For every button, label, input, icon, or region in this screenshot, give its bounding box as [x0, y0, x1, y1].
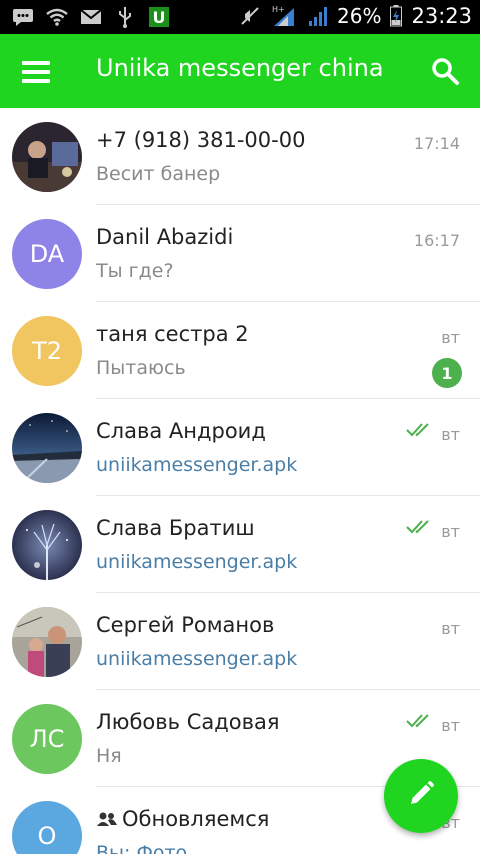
pencil-icon — [406, 779, 436, 813]
hamburger-menu-icon[interactable] — [22, 58, 52, 84]
chat-preview: Вы: Фото — [96, 842, 188, 854]
unread-badge: 1 — [432, 358, 462, 388]
avatar-initials: DA — [12, 219, 82, 289]
double-check-icon — [406, 518, 434, 536]
chat-row[interactable]: DA Danil Abazidi Ты где? 16:17 — [0, 205, 480, 302]
avatar-photo — [12, 413, 82, 483]
mute-icon — [239, 5, 261, 27]
chat-row[interactable]: T2 таня сестра 2 Пытаюсь вт 1 — [0, 302, 480, 399]
chat-time: вт — [441, 716, 460, 735]
battery-icon — [389, 5, 403, 27]
chat-name: Обновляемся — [122, 807, 270, 831]
chat-time: вт — [441, 328, 460, 347]
chat-row[interactable]: +7 (918) 381-00-00 Весит банер 17:14 — [0, 108, 480, 205]
avatar-photo — [12, 122, 82, 192]
avatar-initials: T2 — [12, 316, 82, 386]
svg-text:U: U — [153, 8, 166, 27]
chat-preview: Пытаюсь — [96, 357, 186, 379]
chat-name: Любовь Садовая — [96, 710, 280, 734]
double-check-icon — [406, 712, 434, 730]
compose-button[interactable] — [384, 759, 458, 833]
double-check-icon — [406, 421, 434, 439]
chat-preview: uniikamessenger.apk — [96, 648, 298, 670]
group-icon — [96, 808, 118, 826]
avatar-initials: О — [12, 801, 82, 854]
chat-preview: Весит банер — [96, 163, 221, 185]
app-title: Uniika messenger china — [96, 54, 384, 82]
message-icon — [12, 6, 34, 28]
chat-time: вт — [441, 425, 460, 444]
svg-text:H+: H+ — [272, 5, 285, 14]
chat-name: Danil Abazidi — [96, 225, 234, 249]
chat-name-row: Обновляемся — [96, 807, 269, 831]
signal-icon — [307, 5, 329, 27]
signal-hplus-icon: H+ — [269, 5, 299, 27]
chat-name: Сергей Романов — [96, 613, 275, 637]
notification-icons: U — [12, 6, 170, 28]
chat-preview: Ня — [96, 745, 122, 767]
avatar-initials: ЛС — [12, 704, 82, 774]
chat-name: таня сестра 2 — [96, 322, 249, 346]
chat-time: вт — [441, 619, 460, 638]
chat-preview: uniikamessenger.apk — [96, 551, 298, 573]
chat-name: +7 (918) 381-00-00 — [96, 128, 306, 152]
chat-time: 17:14 — [413, 134, 460, 153]
chat-row[interactable]: Слава Братиш uniikamessenger.apk вт — [0, 496, 480, 593]
chat-row[interactable]: Сергей Романов uniikamessenger.apk вт — [0, 593, 480, 690]
search-icon[interactable] — [430, 56, 460, 86]
battery-percent: 26% — [337, 4, 382, 28]
chat-name: Слава Братиш — [96, 516, 255, 540]
chat-list: +7 (918) 381-00-00 Весит банер 17:14 DA … — [0, 108, 480, 854]
system-status: H+ 26% 23:23 — [239, 4, 472, 28]
gmail-icon — [80, 6, 102, 28]
status-bar: U H+ 26% 23:23 — [0, 0, 480, 34]
chat-name: Слава Андроид — [96, 419, 266, 443]
chat-preview: Ты где? — [96, 260, 174, 282]
chat-time: вт — [441, 522, 460, 541]
wifi-icon — [46, 6, 68, 28]
app-u-icon: U — [148, 6, 170, 28]
chat-preview: uniikamessenger.apk — [96, 454, 298, 476]
avatar-photo — [12, 607, 82, 677]
app-bar: Uniika messenger china — [0, 34, 480, 108]
usb-icon — [114, 6, 136, 28]
clock: 23:23 — [411, 4, 472, 28]
chat-time: 16:17 — [413, 231, 460, 250]
chat-row[interactable]: Слава Андроид uniikamessenger.apk вт — [0, 399, 480, 496]
avatar-photo — [12, 510, 82, 580]
